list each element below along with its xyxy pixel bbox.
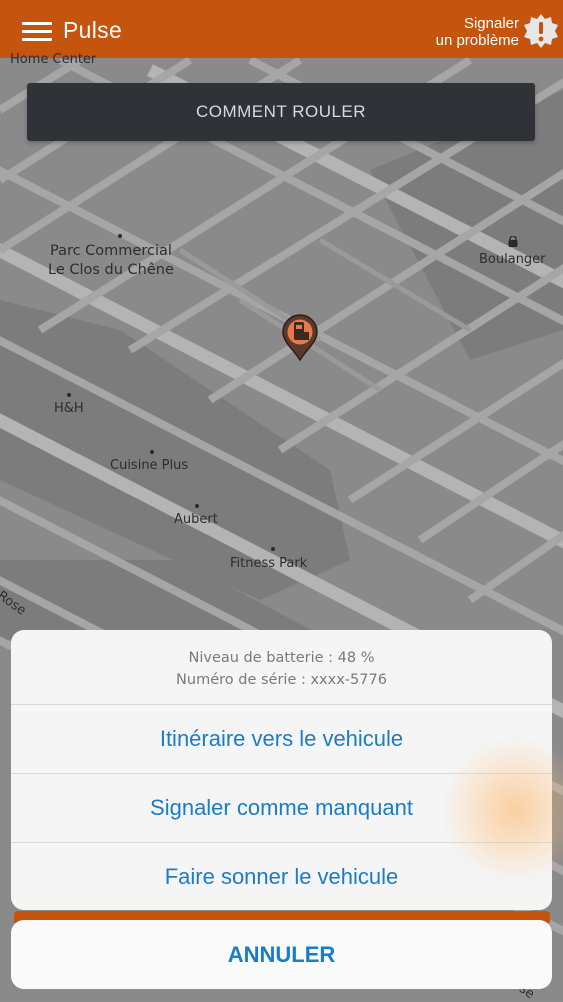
map-label-fitness-park: Fitness Park — [230, 556, 308, 571]
report-missing-button[interactable]: Signaler comme manquant — [11, 773, 552, 842]
report-problem-link[interactable]: Signaler un problème — [436, 15, 519, 49]
shopping-bag-icon — [508, 236, 518, 247]
map-label-aubert: Aubert — [174, 512, 218, 527]
battery-level: Niveau de batterie : 48 % — [188, 650, 375, 666]
top-bar: Pulse Signaler un problème — [0, 0, 563, 58]
app-title: Pulse — [63, 17, 123, 43]
map-poi-dot — [67, 393, 71, 397]
vehicle-pin-icon[interactable] — [280, 314, 320, 362]
map-label-home-center: Home Center — [10, 52, 97, 67]
map-poi-dot — [150, 450, 154, 454]
warning-icon[interactable] — [523, 13, 559, 49]
cancel-button[interactable]: ANNULER — [11, 920, 552, 989]
report-line1: Signaler — [463, 15, 519, 32]
map-label-parc-commercial: Parc Commercial Le Clos du Chêne — [48, 242, 174, 280]
map-poi-dot — [271, 547, 275, 551]
route-to-vehicle-button[interactable]: Itinéraire vers le vehicule — [11, 704, 552, 773]
vehicle-action-sheet: Niveau de batterie : 48 % Numéro de séri… — [11, 630, 552, 910]
map-label-cuisine-plus: Cuisine Plus — [110, 458, 189, 473]
report-line2: un problème — [435, 32, 519, 49]
how-to-ride-button[interactable]: COMMENT ROULER — [27, 83, 535, 141]
map-label-hm: H&H — [54, 401, 84, 416]
ring-vehicle-button[interactable]: Faire sonner le vehicule — [11, 842, 552, 910]
parc-line1: Parc Commercial — [49, 243, 172, 259]
map-poi-dot — [195, 504, 199, 508]
vehicle-info: Niveau de batterie : 48 % Numéro de séri… — [11, 630, 552, 704]
map-label-boulanger: Boulanger — [479, 252, 546, 267]
parc-line2: Le Clos du Chêne — [48, 262, 174, 278]
serial-number: Numéro de série : xxxx-5776 — [176, 672, 387, 688]
menu-icon[interactable] — [22, 20, 54, 42]
map-poi-dot — [118, 234, 122, 238]
